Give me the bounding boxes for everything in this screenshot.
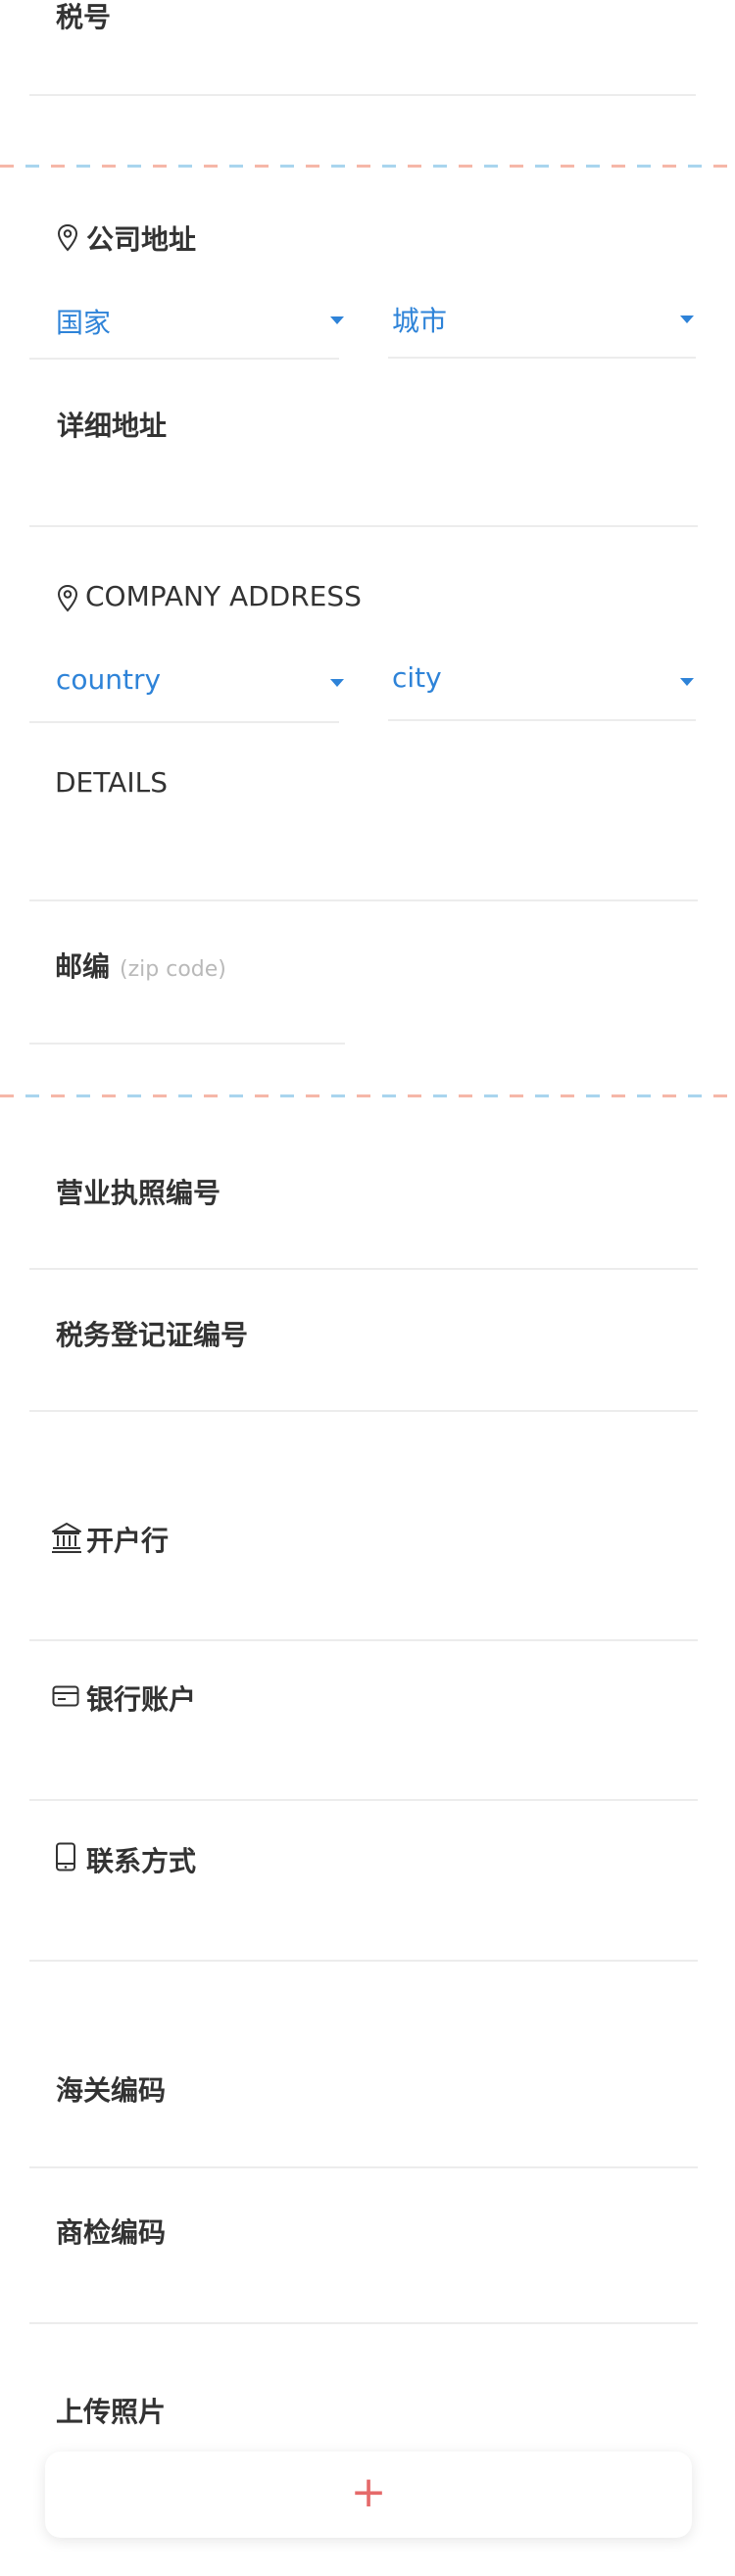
location-pin-icon (57, 223, 78, 252)
plus-icon: + (350, 2467, 387, 2517)
zip-hint: (zip code) (120, 957, 226, 982)
divider (29, 1043, 345, 1045)
city-select-en[interactable]: city (392, 661, 442, 694)
dropdown-caret-icon[interactable] (680, 678, 694, 686)
tax-registration-input[interactable]: 税务登记证编号 (56, 1314, 248, 1353)
divider (29, 2166, 698, 2168)
divider (29, 1960, 698, 1962)
company-address-en-label: COMPANY ADDRESS (85, 580, 362, 612)
details-en-input[interactable]: DETAILS (55, 766, 168, 799)
dropdown-caret-icon[interactable] (680, 316, 694, 323)
divider (29, 1639, 698, 1641)
company-address-label: 公司地址 (86, 223, 197, 256)
divider (29, 1268, 698, 1270)
upload-photo-label: 上传照片 (56, 2396, 167, 2428)
country-select-cn[interactable]: 国家 (56, 302, 111, 341)
divider (29, 2322, 698, 2324)
bank-icon (52, 1523, 81, 1553)
divider (388, 719, 696, 721)
divider (29, 358, 339, 360)
inspection-code-input[interactable]: 商检编码 (56, 2211, 166, 2251)
phone-icon (56, 1842, 75, 1871)
card-icon (52, 1685, 79, 1707)
dropdown-caret-icon[interactable] (330, 316, 344, 324)
contact-input[interactable]: 联系方式 (86, 1840, 196, 1879)
dashed-border-bottom (0, 1094, 735, 1097)
location-pin-icon (57, 584, 78, 612)
dropdown-caret-icon[interactable] (330, 679, 344, 687)
customs-code-input[interactable]: 海关编码 (56, 2069, 166, 2109)
zip-code-input[interactable]: 邮编 (zip code) (55, 946, 226, 985)
divider (388, 357, 696, 359)
divider (29, 899, 698, 901)
divider (29, 1799, 698, 1801)
bank-account-input[interactable]: 银行账户 (86, 1678, 196, 1718)
divider (29, 721, 339, 723)
detail-address-input[interactable]: 详细地址 (57, 405, 167, 444)
zip-label: 邮编 (55, 950, 111, 983)
country-select-en[interactable]: country (56, 663, 161, 696)
dashed-border-top (0, 165, 735, 168)
divider (29, 94, 696, 96)
tax-number-label: 税号 (56, 1, 112, 33)
upload-photo-button[interactable]: + (45, 2452, 692, 2538)
business-license-input[interactable]: 营业执照编号 (56, 1172, 220, 1211)
divider (29, 525, 698, 527)
divider (29, 1410, 698, 1412)
bank-name-input[interactable]: 开户行 (86, 1520, 169, 1559)
city-select-cn[interactable]: 城市 (392, 300, 447, 339)
